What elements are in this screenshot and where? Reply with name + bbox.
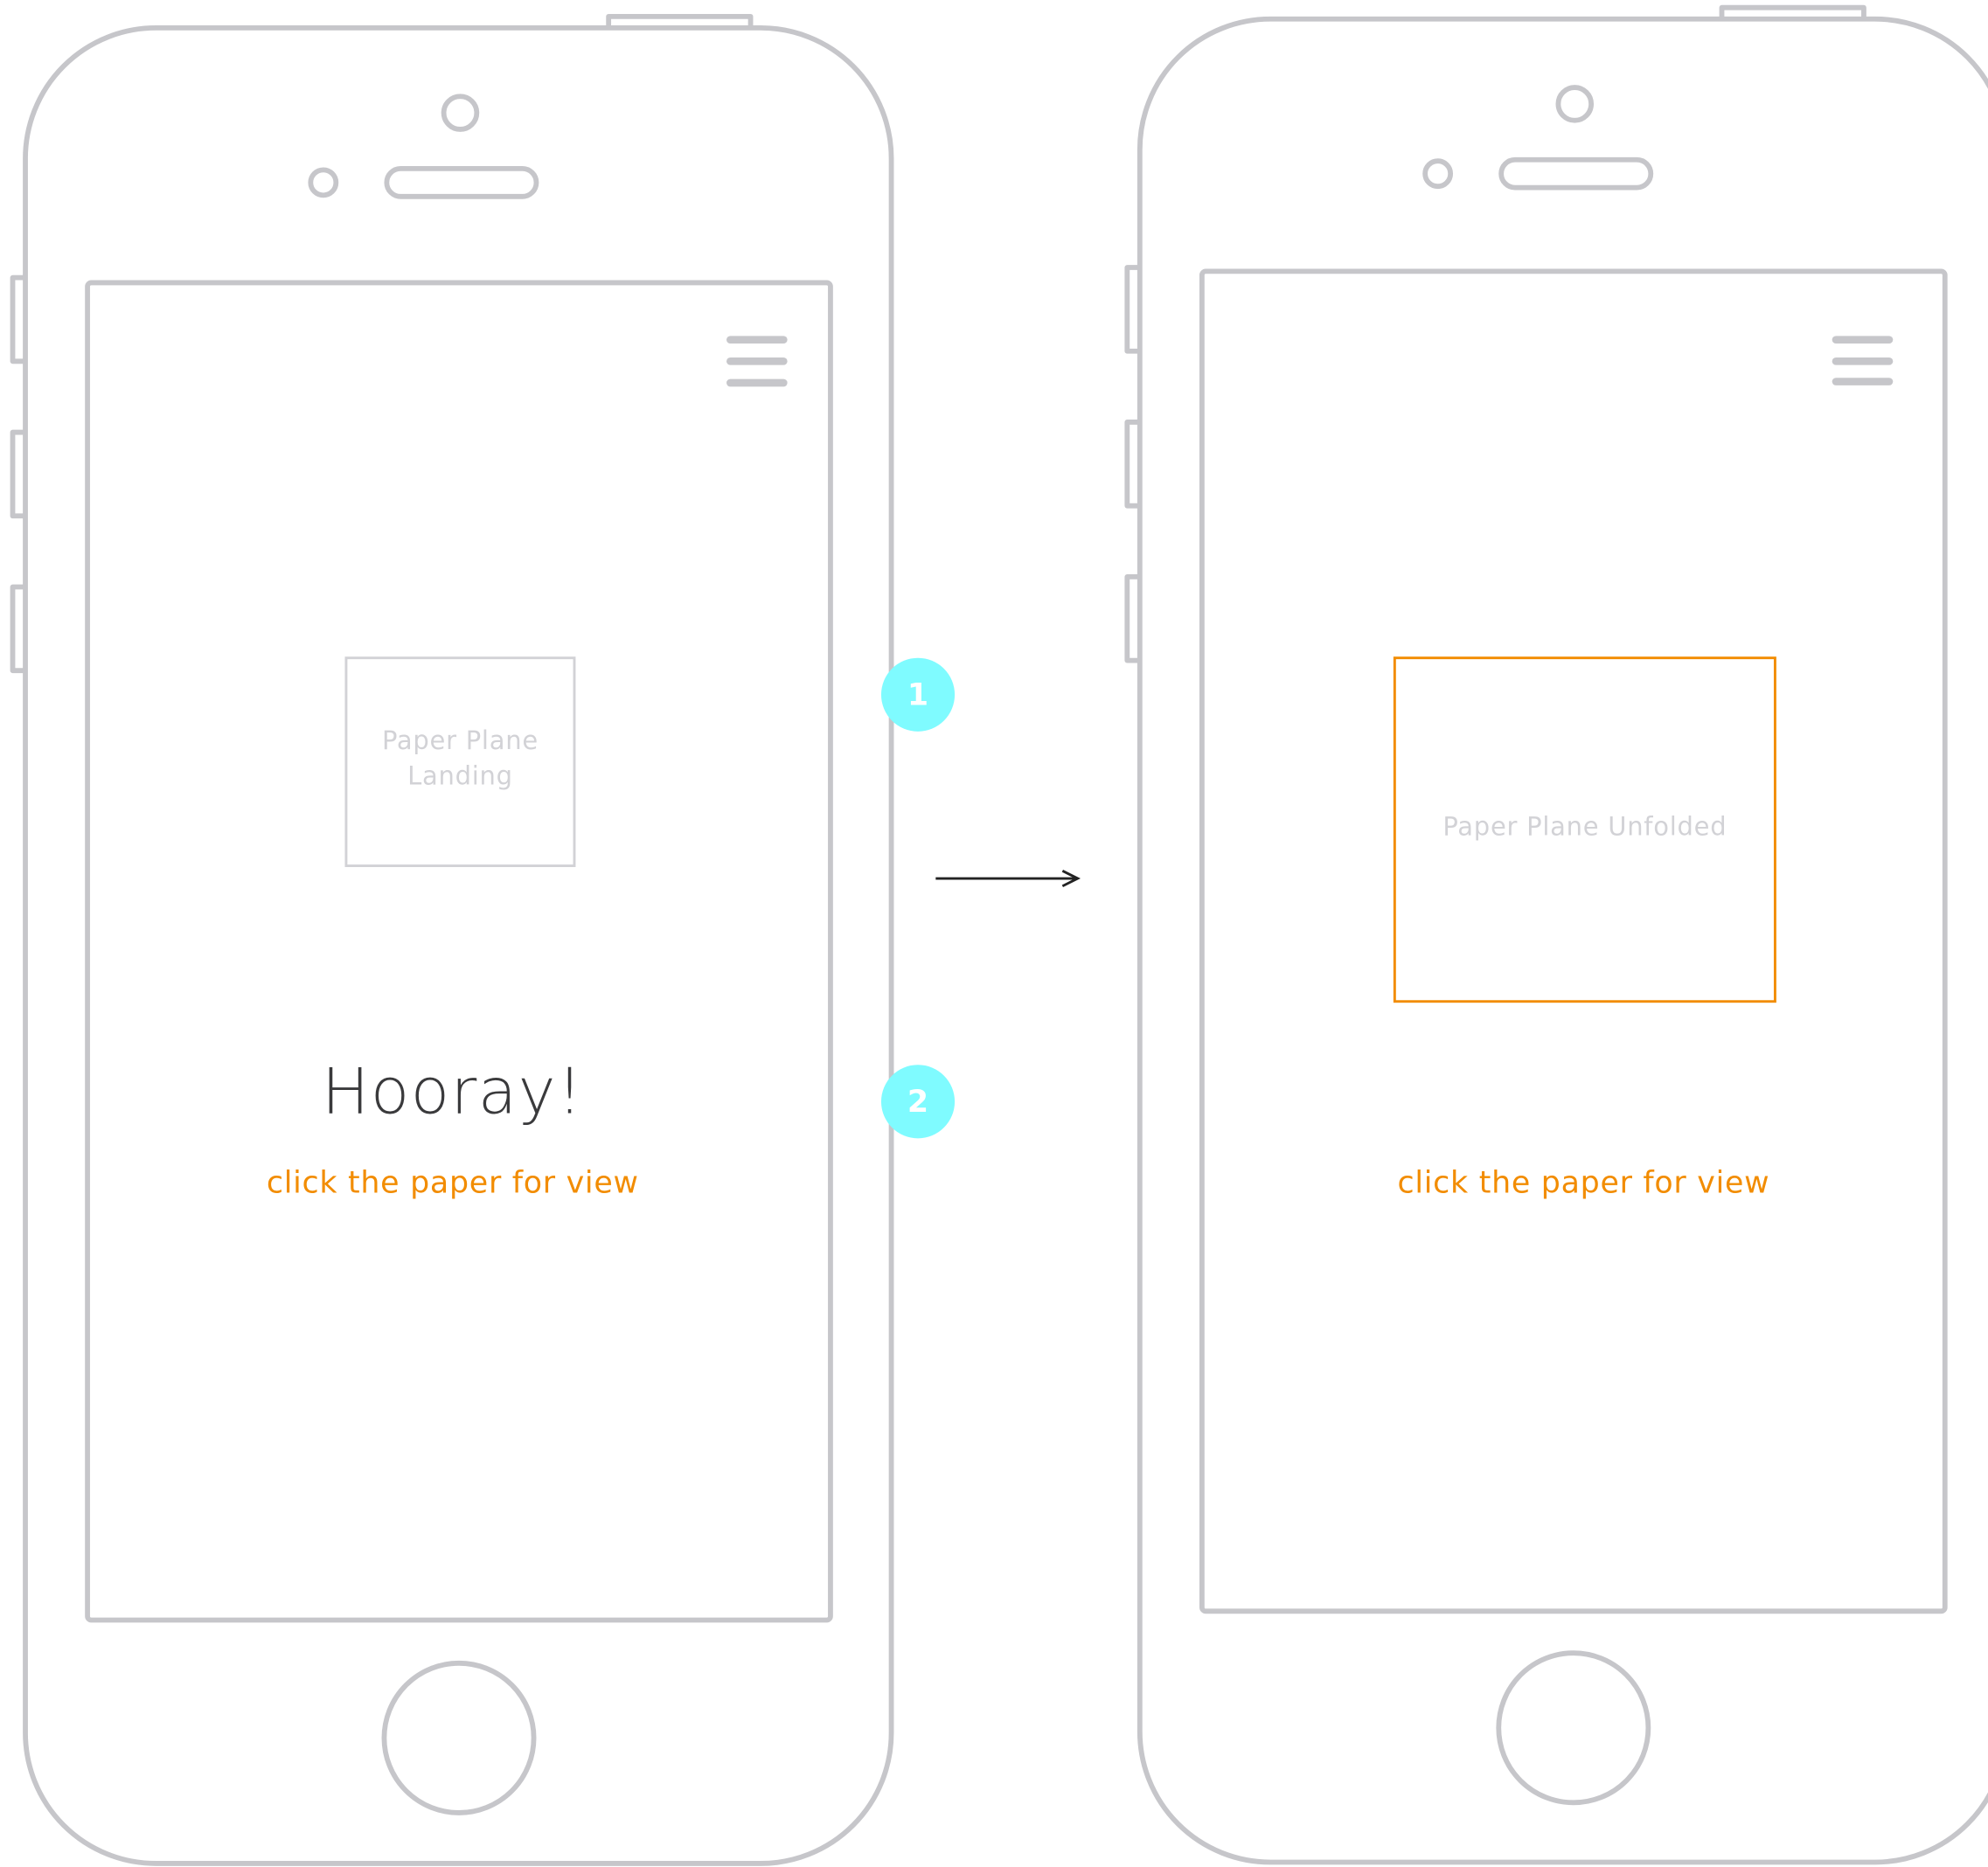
phone-after (1124, 4, 1988, 1865)
phone-body (23, 25, 894, 1866)
proximity-sensor (308, 167, 339, 198)
screen-frame (85, 280, 833, 1623)
step-badge-label: 1 (907, 677, 929, 713)
screen-frame (1199, 268, 1948, 1614)
hooray-heading: Hooray! (321, 1054, 584, 1128)
phone-body (1136, 16, 1988, 1865)
proximity-sensor (1422, 158, 1454, 190)
home-button[interactable] (381, 1660, 537, 1815)
placeholder-label: Paper Plane Unfolded (1442, 811, 1727, 842)
hamburger-menu-icon[interactable] (726, 336, 788, 387)
home-button[interactable] (1496, 1650, 1651, 1806)
earpiece-speaker (1498, 156, 1654, 191)
phone-before (10, 13, 894, 1866)
wireframe-drawing (10, 4, 1988, 1866)
placeholder-line-2: Landing (407, 760, 513, 791)
wireframe-canvas: Paper Plane Landing Hooray! click the pa… (0, 0, 1988, 1867)
front-camera (441, 94, 480, 132)
right-arrow-icon (935, 870, 1081, 888)
hamburger-menu-icon[interactable] (1832, 336, 1894, 385)
front-camera (1555, 85, 1595, 123)
view-paper-link[interactable]: click the paper for view (1330, 1161, 1837, 1204)
view-paper-link[interactable]: click the paper for view (199, 1161, 706, 1204)
placeholder-label: Paper Plane Landing (346, 723, 574, 794)
placeholder-line-1: Paper Plane (381, 725, 539, 756)
step-badge-label: 2 (907, 1084, 929, 1120)
earpiece-speaker (384, 165, 539, 199)
